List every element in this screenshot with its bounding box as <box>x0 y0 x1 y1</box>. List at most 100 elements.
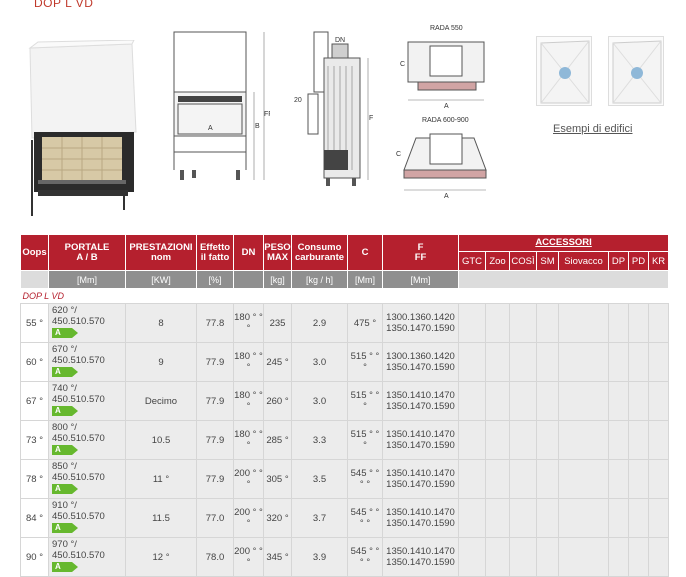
portale-width: 740 °/ <box>52 383 77 394</box>
cell-ff-value: 1350.1470.1590 <box>386 323 455 334</box>
table-header-row: Oops PORTALE A / B PRESTAZIONI nom Effet… <box>20 234 670 271</box>
cell-ff-value: 1350.1470.1590 <box>386 440 455 451</box>
cell-dn: 180 ° ° ° <box>233 342 264 382</box>
accessory-dot-cell <box>558 381 609 421</box>
cell-f: 1350.1410.1470 1350.1470.1590 <box>382 498 459 538</box>
portale-width: 850 °/ <box>52 461 77 472</box>
accessory-dot-cell <box>536 459 559 499</box>
accessory-dot-cell <box>536 303 559 343</box>
cell-consumo: 3.7 <box>291 498 348 538</box>
cell-portale: 800 °/450.510.570 A <box>48 420 126 460</box>
units-row: [Mm] [KW] [%] [kg] [kg / h] [Mm] [Mm] <box>20 270 670 289</box>
cell-portale: 670 °/450.510.570 A <box>48 342 126 382</box>
cell-peso: 235 <box>263 303 292 343</box>
dim-c-label-1: C <box>400 61 405 68</box>
cell-peso: 305 ° <box>263 459 292 499</box>
cell-eff: 77.9 <box>196 381 234 421</box>
cell-dn: 180 ° ° ° <box>233 303 264 343</box>
col-consumo: Consumo carburante <box>291 234 348 271</box>
cell-oops: 84 ° <box>20 498 49 538</box>
energy-class-badge: A <box>52 484 78 494</box>
cell-dn: 200 ° ° ° <box>233 498 264 538</box>
accessory-dot-cell <box>647 459 670 499</box>
cell-peso: 245 ° <box>263 342 292 382</box>
unit-accessori-blank <box>457 270 670 289</box>
cell-portale: 970 °/450.510.570 A <box>48 537 126 577</box>
accessory-dot-cell <box>485 537 510 577</box>
building-examples-link[interactable]: Esempi di edifici <box>553 123 632 135</box>
accessory-dot-cell <box>485 381 510 421</box>
portale-width: 910 °/ <box>52 500 77 511</box>
energy-class-badge: A <box>52 328 78 338</box>
table-row: 78 ° 850 °/450.510.570 A 11 ° 77.9 200 ° ° ° 3… <box>20 459 670 499</box>
accessory-dot-cell <box>608 303 629 343</box>
cell-portale: 620 °/450.510.570 A <box>48 303 126 343</box>
acc-sm: SM <box>536 251 559 271</box>
cell-eff: 77.9 <box>196 459 234 499</box>
portale-heights: 450.510.570 <box>52 394 105 405</box>
building-example-1[interactable] <box>536 36 592 106</box>
cell-c: 545 ° ° ° ° <box>347 537 383 577</box>
cell-f-value: 1350.1410.1470 <box>386 390 455 401</box>
cell-dn: 180 ° ° ° <box>233 420 264 460</box>
cell-oops: 73 ° <box>20 420 49 460</box>
cell-consumo: 3.3 <box>291 420 348 460</box>
cell-peso: 320 ° <box>263 498 292 538</box>
cell-consumo: 3.0 <box>291 381 348 421</box>
col-peso: PESO MAX <box>263 234 292 271</box>
accessory-dot-cell <box>509 381 537 421</box>
fireplace-render <box>28 40 137 216</box>
cell-ff-value: 1350.1470.1590 <box>386 557 455 568</box>
unit-dn <box>233 270 264 289</box>
dim-b-label: B <box>255 123 260 130</box>
accessory-dot-cell <box>536 537 559 577</box>
cell-dn: 200 ° ° ° <box>233 459 264 499</box>
cell-ff-value: 1350.1470.1590 <box>386 362 455 373</box>
accessory-dot-cell <box>628 342 649 382</box>
dim-a-label-1: A <box>444 103 449 110</box>
energy-class-badge: A <box>52 445 78 455</box>
cell-oops: 90 ° <box>20 537 49 577</box>
cell-oops: 67 ° <box>20 381 49 421</box>
accessory-dot-cell <box>558 498 609 538</box>
unit-f: [Mm] <box>382 270 459 289</box>
accessory-dot-cell <box>647 303 670 343</box>
accessory-dot-cell <box>647 342 670 382</box>
cell-kw: 12 ° <box>125 537 197 577</box>
unit-portale: [Mm] <box>48 270 126 289</box>
acc-siovacco: Siovacco <box>558 251 609 271</box>
energy-class-badge: A <box>52 367 78 377</box>
accessory-dot-cell <box>536 420 559 460</box>
accessory-dot-cell <box>536 381 559 421</box>
cell-f: 1300.1360.1420 1350.1470.1590 <box>382 342 459 382</box>
col-accessori[interactable]: ACCESSORI <box>457 234 670 252</box>
table-row: 73 ° 800 °/450.510.570 A 10.5 77.9 180 ° ° ° 2… <box>20 420 670 460</box>
col-portale: PORTALE A / B <box>48 234 126 271</box>
accessory-dot-cell <box>458 420 486 460</box>
col-f: F FF <box>382 234 459 271</box>
top-view-drawings: RADA 550 C A RADA 600-900 C A <box>396 25 487 200</box>
cell-f-value: 1350.1410.1470 <box>386 429 455 440</box>
building-example-2[interactable] <box>608 36 664 106</box>
accessory-dot-cell <box>647 537 670 577</box>
cell-f-value: 1350.1410.1470 <box>386 546 455 557</box>
cell-consumo: 3.9 <box>291 537 348 577</box>
energy-class-letter: A <box>55 367 61 376</box>
accessory-dot-cell <box>628 303 649 343</box>
cell-ff-value: 1350.1470.1590 <box>386 479 455 490</box>
accessory-dot-cell <box>608 537 629 577</box>
side-drawing: DN 20 F <box>294 31 373 186</box>
acc-cosi: COSÌ <box>509 251 537 271</box>
portale-heights: 450.510.570 <box>52 433 105 444</box>
energy-class-badge: A <box>52 406 78 416</box>
cell-peso: 260 ° <box>263 381 292 421</box>
unit-c: [Mm] <box>347 270 383 289</box>
portale-width: 970 °/ <box>52 539 77 550</box>
portale-heights: 450.510.570 <box>52 316 105 327</box>
accessory-dot-cell <box>628 381 649 421</box>
accessory-dot-cell <box>458 459 486 499</box>
portale-heights: 450.510.570 <box>52 472 105 483</box>
table-row: 60 ° 670 °/450.510.570 A 9 77.9 180 ° ° ° 245 … <box>20 342 670 382</box>
acc-zoo: Zoo <box>485 251 510 271</box>
accessory-dot-cell <box>558 537 609 577</box>
